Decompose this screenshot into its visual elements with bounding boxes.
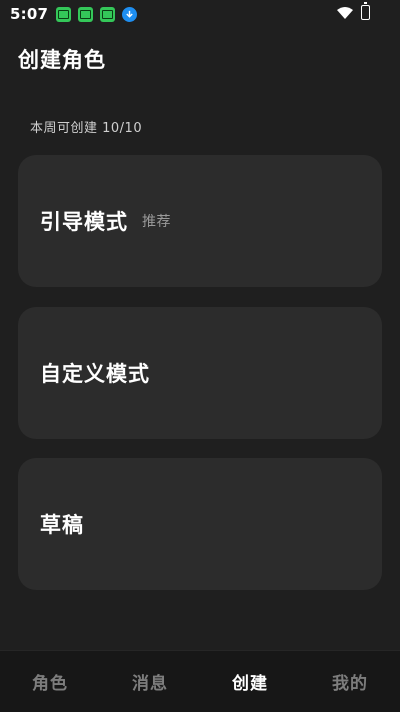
nav-tab-create[interactable]: 创建 [210, 669, 290, 694]
nav-tab-messages[interactable]: 消息 [110, 669, 190, 694]
nav-tab-characters[interactable]: 角色 [10, 669, 90, 694]
weekly-quota-text: 本周可创建 10/10 [30, 121, 143, 136]
app-notification-icon [78, 6, 94, 22]
app-notification-icon [100, 6, 116, 22]
app-notification-icon [56, 6, 72, 22]
battery-icon [361, 2, 370, 20]
status-bar: 5:07 [0, 0, 400, 28]
card-title: 草稿 [40, 513, 84, 537]
guided-mode-card[interactable]: 引导模式 推荐 [18, 155, 382, 287]
screen: 5:07 创建角色 本周可创建 10/10 引导模式 推荐 自定义模式 草稿 角… [0, 0, 400, 712]
card-title: 自定义模式 [40, 362, 150, 386]
wifi-icon [337, 6, 353, 19]
page-title: 创建角色 [18, 48, 106, 72]
card-title: 引导模式 [40, 210, 128, 234]
status-time: 5:07 [10, 5, 49, 23]
custom-mode-card[interactable]: 自定义模式 [18, 307, 382, 439]
recommended-tag: 推荐 [142, 214, 171, 230]
status-right [337, 2, 370, 20]
bottom-nav: 角色 消息 创建 我的 [0, 650, 400, 712]
download-icon [122, 6, 138, 22]
drafts-card[interactable]: 草稿 [18, 458, 382, 590]
nav-tab-me[interactable]: 我的 [310, 669, 390, 694]
